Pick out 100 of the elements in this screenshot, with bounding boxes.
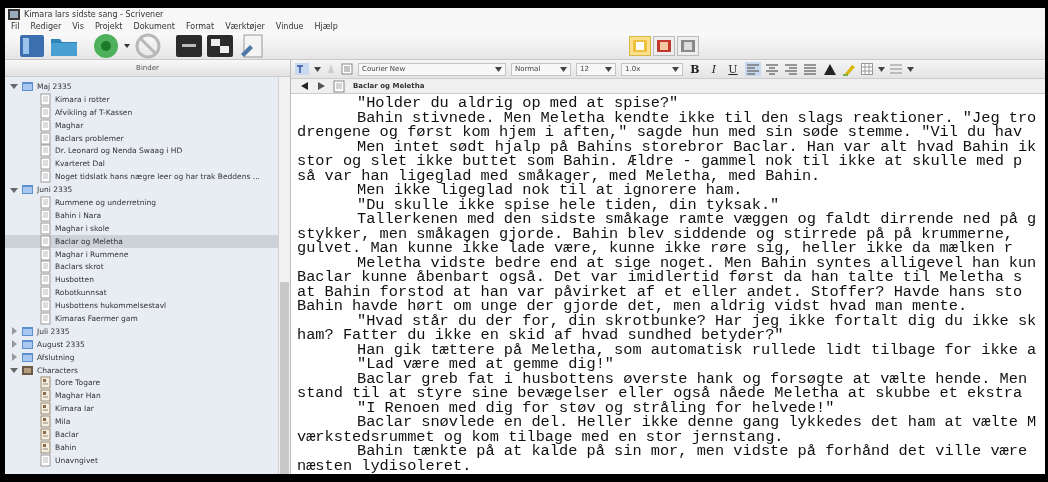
menu-item[interactable]: Værktøjer (225, 22, 265, 31)
text-line: "Du skulle ikke spise hele tiden, din tyksak." (356, 197, 781, 212)
document-icon (39, 286, 52, 300)
text-line: Baclar greb fat i husbottens øverste hank og forsøgte at vælte hende. Men (357, 371, 1029, 386)
menu-item[interactable]: Fil (11, 22, 20, 31)
document-icon (39, 118, 52, 132)
text-line: Baclar kunne åbenbart også. Det var imidlertid først da han talte til Meletha s (297, 270, 1024, 285)
document-icon (39, 157, 52, 171)
document-icon (39, 208, 52, 222)
text-line: at Bahin forstod at han var påvirket af et eller andet. Stoffer? Havde hans sto (297, 284, 1024, 299)
text-line: Bahin havde hørt om unge der gjorde det, men aldrig vidst hvad man mente. (297, 299, 969, 314)
document-icon (39, 170, 52, 184)
text-line: "I Renoen med dig for støv og stråling for helvede!" (356, 400, 835, 415)
text-line: stor og slet ikke buttet som Bahin. Ældre - gammel nok til ikke at skulle med p (297, 154, 1024, 169)
text-line: Men intet sødt hjalp på Bahins storebror Baclar. Han var alt hvad Bahin ik (357, 139, 1038, 154)
caret-icon[interactable] (907, 66, 914, 72)
document-icon (39, 221, 52, 235)
document-icon (39, 299, 52, 313)
character-sheet-icon (39, 376, 52, 390)
add-icon[interactable] (93, 33, 119, 59)
folder-icon (21, 183, 34, 197)
folder-icon (21, 324, 34, 338)
document-icon (39, 453, 52, 467)
document-icon (39, 195, 52, 209)
italic-button[interactable]: I (707, 62, 721, 76)
folder-icon (21, 337, 34, 351)
forward-icon[interactable] (317, 82, 325, 90)
expand-arrow-icon[interactable] (9, 339, 18, 349)
menu-item[interactable]: Format (185, 22, 215, 31)
caret-icon[interactable] (560, 66, 567, 72)
menu-item[interactable]: Projekt (94, 22, 123, 31)
table-icon[interactable] (861, 63, 873, 75)
expand-arrow-icon[interactable] (9, 81, 18, 91)
document-icon (39, 260, 52, 274)
text-line: Bahin stivnede. Men Meletha kendte ikke til den slags reaktioner. "Jeg tro (357, 110, 1038, 125)
text-line: "Holder du aldrig op med at spise?" (356, 96, 679, 111)
caret-icon[interactable] (495, 66, 502, 72)
text-line: næsten lydisoleret. (297, 458, 473, 473)
caret-icon[interactable] (878, 66, 885, 72)
document-icon (39, 273, 52, 287)
text-line: "Lad være med at gemme dig!" (356, 357, 616, 372)
folder-icon (21, 79, 34, 93)
caret-icon[interactable] (314, 66, 321, 72)
window-title: Kimara lars sidste sang - Scrivener (24, 9, 164, 19)
view-mode-button[interactable] (653, 36, 675, 56)
character-sheet-icon (39, 402, 52, 416)
caret-icon[interactable] (605, 66, 612, 72)
menu-item[interactable]: Vis (72, 22, 84, 31)
view-mode-button[interactable] (677, 36, 699, 56)
document-icon (39, 92, 52, 106)
document-icon (39, 105, 52, 119)
window-icon[interactable] (207, 35, 233, 57)
menu-item[interactable]: Vindue (275, 22, 304, 31)
document-icon (39, 312, 52, 325)
page-icon[interactable] (341, 63, 353, 75)
align-button[interactable] (764, 62, 780, 76)
align-button[interactable] (783, 62, 799, 76)
text-line: gulvet. Man kunne ikke lade være, kunne ikke røre sig, heller ikke da mælken r (297, 241, 1013, 256)
text-line: Men ikke ligeglad nok til at ignorere ham. (356, 183, 743, 198)
text-line: stykker, men småkagen gjorde. Bahin blev siddende og stirrede på på krummerne, (297, 226, 1013, 241)
expand-arrow-icon[interactable] (9, 352, 18, 362)
document-icon (39, 144, 52, 158)
menu-item[interactable]: Dokument (133, 22, 175, 31)
text-line: Tallerkenen med den sidste småkage ramte væggen og faldt dirrende ned på g (357, 212, 1038, 227)
folder-icon (21, 363, 34, 377)
back-icon[interactable] (301, 82, 309, 90)
text-line: drengene og først kom hjem i aften," sagde hun med sin søde stemme. "Vil du hav (297, 125, 1023, 140)
text-line: værkstedsrummet og kom tilbage med en stor jernstang. (297, 429, 784, 444)
text-line: Bahin tænkte på at kalde på sin mor, men vidste på forhånd det ville være (356, 444, 1029, 459)
align-button[interactable] (802, 62, 818, 76)
expand-arrow-icon[interactable] (9, 365, 18, 375)
character-sheet-icon (39, 415, 52, 429)
caret-icon[interactable] (672, 66, 679, 72)
document-icon (39, 234, 52, 248)
text-line: ham? Fatter du ikke en skid af hvad sundhed betyder?" (297, 328, 784, 343)
bold-button[interactable]: B (688, 62, 702, 76)
menu-item[interactable]: Rediger (30, 22, 62, 31)
underline-button[interactable]: U (726, 62, 740, 76)
text-line: stand til at styre sine bevægelser eller også nåede Meletha at skubbe et ekstra (297, 386, 1024, 401)
scrollbar[interactable] (278, 77, 290, 474)
binder-icon[interactable] (19, 34, 45, 58)
text-line: Han gik tættere på Meletha, som automatisk rullede lidt tilbage for ikke a (356, 342, 1038, 357)
compose-icon[interactable] (176, 35, 202, 57)
document-icon (39, 247, 52, 261)
expand-arrow-icon[interactable] (9, 185, 18, 195)
character-sheet-icon (39, 389, 52, 403)
document-icon (39, 131, 52, 145)
character-sheet-icon (39, 428, 52, 441)
text-line: Meletha vidste bedre end at sige noget. Men Bahin syntes alligevel han kun (357, 255, 1038, 270)
text-color-icon[interactable] (823, 62, 837, 76)
style-icon[interactable] (295, 63, 309, 75)
caret-icon[interactable] (124, 43, 130, 49)
menu-item[interactable]: Hjælp (314, 22, 338, 31)
text-line: Baclar snøvlede en del. Heller ikke denne gang lykkedes det ham at vælte M (357, 415, 1038, 430)
document-icon (333, 79, 345, 93)
text-line: "Hvad står du der for, din skrotbunke? Har jeg ikke fortalt dig du ikke sk (357, 313, 1038, 328)
app-icon (8, 8, 20, 20)
character-sheet-icon (39, 440, 52, 454)
expand-arrow-icon[interactable] (9, 326, 18, 336)
text-line: så var han ligeglad med småkager, med Meletha, med Bahin. (297, 168, 822, 183)
